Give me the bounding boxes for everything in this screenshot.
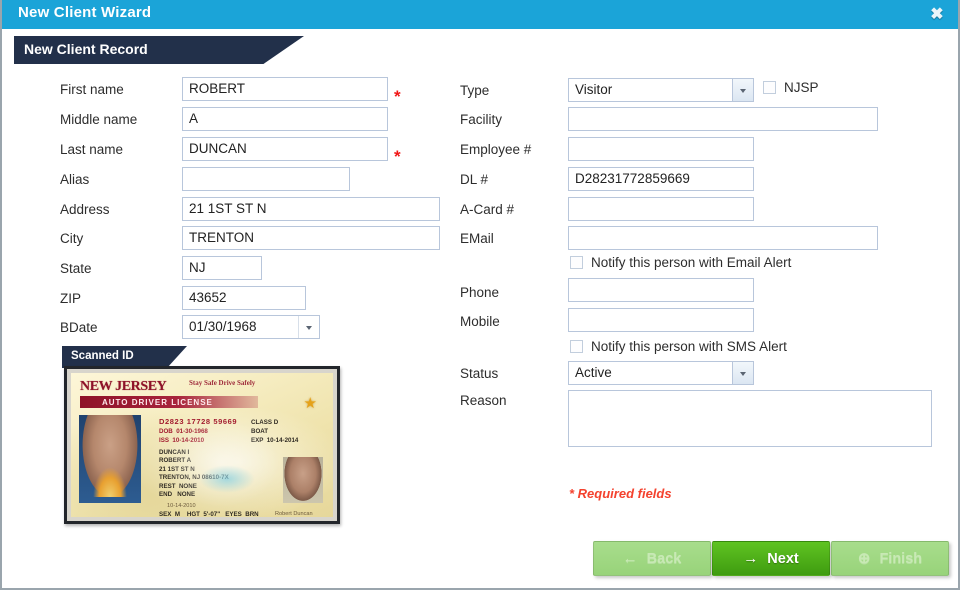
- scanned-id-header-label: Scanned ID: [71, 350, 134, 362]
- address-label: Address: [60, 202, 110, 217]
- alias-input[interactable]: [182, 167, 350, 191]
- next-button[interactable]: → Next: [712, 541, 830, 576]
- new-client-record-header: New Client Record: [14, 36, 304, 64]
- notify-sms-label: Notify this person with SMS Alert: [591, 339, 787, 354]
- phone-label: Phone: [460, 285, 500, 300]
- license-title-band: AUTO DRIVER LICENSE: [80, 396, 258, 408]
- license-expiry: EXP 10-14-2014: [251, 437, 299, 444]
- checkbox-icon[interactable]: [763, 81, 776, 94]
- first-name-required-marker: *: [394, 87, 401, 106]
- window-title: New Client Wizard: [18, 4, 152, 21]
- dl-number-label: DL #: [460, 172, 489, 187]
- finish-button-label: Finish: [879, 550, 923, 567]
- license-endorsement: BOAT: [251, 428, 269, 435]
- license-issued-date: 10-14-2010: [167, 503, 196, 509]
- scanned-id-header: Scanned ID: [62, 346, 187, 368]
- alias-label: Alias: [60, 172, 90, 187]
- back-button-label: Back: [646, 550, 682, 567]
- acard-number-input[interactable]: [568, 197, 754, 221]
- type-value: Visitor: [575, 82, 613, 97]
- license-signature-label: Robert Duncan: [275, 511, 313, 517]
- facility-label: Facility: [460, 112, 503, 127]
- last-name-input[interactable]: DUNCAN: [182, 137, 388, 161]
- employee-number-label: Employee #: [460, 142, 532, 157]
- circle-arrow-right-icon: ⊕: [857, 550, 871, 567]
- new-client-wizard-window: New Client Wizard ✖ New Client Record Fi…: [0, 0, 960, 590]
- first-name-label: First name: [60, 82, 124, 97]
- finish-button[interactable]: ⊕ Finish: [831, 541, 949, 576]
- city-input[interactable]: TRENTON: [182, 226, 440, 250]
- middle-name-label: Middle name: [60, 112, 138, 127]
- license-name-line1: DUNCAN I: [159, 449, 190, 456]
- license-endorsements: END NONE: [159, 491, 196, 498]
- arrow-left-icon: ←: [622, 550, 638, 567]
- reason-textarea[interactable]: [568, 390, 932, 447]
- drivers-license-graphic: NEW JERSEY Stay Safe Drive Safely AUTO D…: [71, 373, 333, 517]
- middle-name-input[interactable]: A: [182, 107, 388, 131]
- zip-label: ZIP: [60, 291, 82, 306]
- license-ghost-photo: [283, 457, 323, 503]
- notify-email-label: Notify this person with Email Alert: [591, 255, 792, 270]
- close-icon[interactable]: ✖: [926, 4, 948, 25]
- license-seal-text: Stay Safe Drive Safely: [189, 379, 256, 387]
- next-button-label: Next: [767, 550, 799, 567]
- chevron-down-icon[interactable]: [732, 79, 753, 101]
- bdate-label: BDate: [60, 320, 98, 335]
- status-value: Active: [575, 365, 612, 380]
- license-issue-date: ISS 10-14-2010: [159, 437, 205, 444]
- checkbox-icon[interactable]: [570, 256, 583, 269]
- new-client-record-header-label: New Client Record: [24, 41, 148, 57]
- state-input[interactable]: NJ: [182, 256, 262, 280]
- notify-sms-checkbox[interactable]: Notify this person with SMS Alert: [570, 339, 787, 354]
- status-dropdown[interactable]: Active: [568, 361, 754, 385]
- type-label: Type: [460, 83, 490, 98]
- email-label: EMail: [460, 231, 494, 246]
- required-fields-note: * Required fields: [569, 486, 672, 501]
- last-name-label: Last name: [60, 142, 124, 157]
- license-restrictions: REST NONE: [159, 483, 197, 490]
- license-address-line1: 21 1ST ST N: [159, 466, 195, 473]
- window-titlebar: New Client Wizard ✖: [2, 0, 958, 29]
- address-input[interactable]: 21 1ST ST N: [182, 197, 440, 221]
- license-state-label: NEW JERSEY: [80, 379, 167, 394]
- notify-email-checkbox[interactable]: Notify this person with Email Alert: [570, 255, 791, 270]
- acard-number-label: A-Card #: [460, 202, 515, 217]
- employee-number-input[interactable]: [568, 137, 754, 161]
- license-physical-line: SEX M HGT 5'-07" EYES BRN: [159, 511, 259, 517]
- status-label: Status: [460, 366, 499, 381]
- zip-input[interactable]: 43652: [182, 286, 306, 310]
- license-class: CLASS D: [251, 419, 279, 426]
- dl-number-input[interactable]: D28231772859669: [568, 167, 754, 191]
- njsp-checkbox[interactable]: NJSP: [763, 80, 819, 95]
- license-dob: DOB 01-30-1968: [159, 428, 208, 435]
- state-label: State: [60, 261, 92, 276]
- chevron-down-icon[interactable]: [732, 362, 753, 384]
- first-name-input[interactable]: ROBERT: [182, 77, 388, 101]
- back-button[interactable]: ← Back: [593, 541, 711, 576]
- facility-input[interactable]: [568, 107, 878, 131]
- license-portrait-photo: [79, 415, 141, 503]
- bdate-datepicker[interactable]: 01/30/1968: [182, 315, 320, 339]
- city-label: City: [60, 231, 84, 246]
- gold-star-icon: ★: [303, 396, 317, 412]
- mobile-label: Mobile: [460, 314, 500, 329]
- license-band-label: AUTO DRIVER LICENSE: [102, 398, 213, 407]
- njsp-label: NJSP: [784, 80, 819, 95]
- type-dropdown[interactable]: Visitor: [568, 78, 754, 102]
- reason-label: Reason: [460, 393, 507, 408]
- license-dl-number: D2823 17728 59669: [159, 417, 238, 426]
- bdate-value: 01/30/1968: [189, 319, 257, 334]
- arrow-right-icon: →: [743, 550, 759, 567]
- license-address-line2: TRENTON, NJ 08610-7X: [159, 474, 229, 481]
- checkbox-icon[interactable]: [570, 340, 583, 353]
- phone-input[interactable]: [568, 278, 754, 302]
- last-name-required-marker: *: [394, 147, 401, 166]
- email-input[interactable]: [568, 226, 878, 250]
- mobile-input[interactable]: [568, 308, 754, 332]
- scanned-id-image[interactable]: NEW JERSEY Stay Safe Drive Safely AUTO D…: [64, 366, 340, 524]
- chevron-down-icon[interactable]: [298, 316, 319, 338]
- license-name-line2: ROBERT A: [159, 457, 192, 464]
